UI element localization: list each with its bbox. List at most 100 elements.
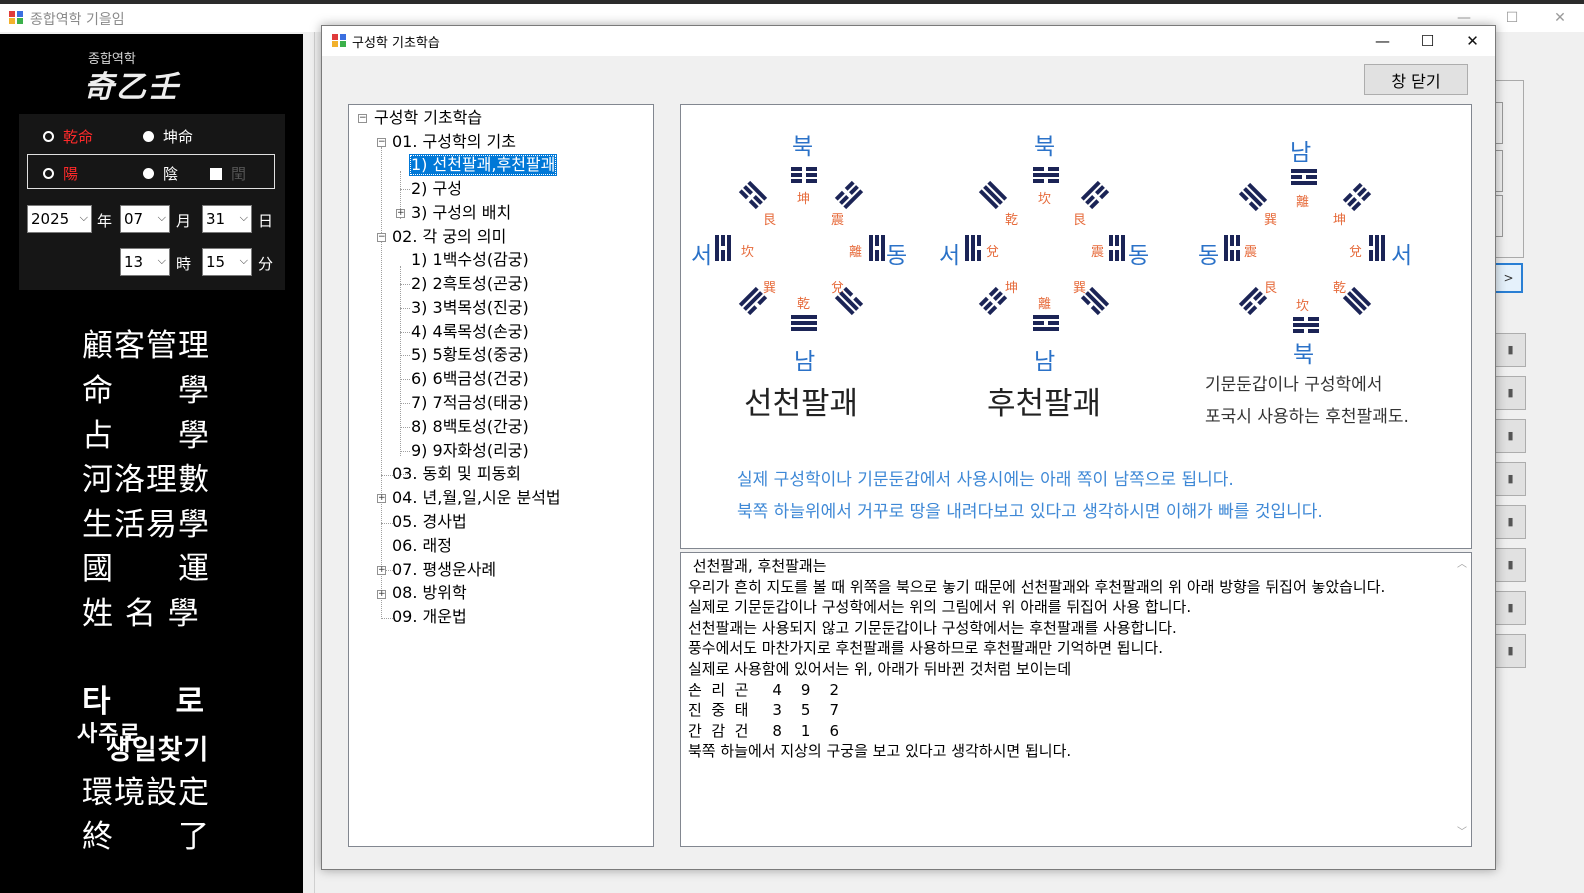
gua-label: 震 xyxy=(1244,245,1258,260)
caption-flipped-line1: 기문둔갑이나 구성학에서 xyxy=(1205,375,1383,395)
tree-node-01-2[interactable]: 2) 구성 xyxy=(411,178,462,200)
direction-top: 북 xyxy=(1034,134,1056,160)
lesson-text[interactable]: 선천팔괘, 후천팔괘는 우리가 흔히 지도를 볼 때 위쪽을 북으로 놓기 때문… xyxy=(680,552,1472,847)
tree-node-root[interactable]: 구성학 기초학습 xyxy=(374,107,482,129)
background-side-button[interactable]: ▮ xyxy=(1496,376,1526,410)
background-side-button[interactable]: ▮ xyxy=(1496,462,1526,496)
tree-expand-icon[interactable]: + xyxy=(396,209,405,218)
logo: 奇乙壬 xyxy=(84,70,180,105)
day-value: 31 xyxy=(206,210,226,228)
menu-haklak-numbers[interactable]: 河洛理數 xyxy=(82,454,224,499)
tree-collapse-icon[interactable]: − xyxy=(358,114,367,123)
menu-tarot[interactable]: 타 로 xyxy=(82,676,224,721)
tree-node-09[interactable]: 09. 개운법 xyxy=(392,606,467,628)
tree-node-07[interactable]: 07. 평생운사례 xyxy=(392,559,496,581)
tree-node-03[interactable]: 03. 동회 및 피동회 xyxy=(392,463,521,485)
main-window-title: 종합역학 기을임 xyxy=(30,12,125,28)
trigram-dui-icon xyxy=(1369,235,1385,261)
gua-label: 艮 xyxy=(1264,281,1278,296)
menu-national-fortune[interactable]: 國 運 xyxy=(82,543,224,588)
tree-collapse-icon[interactable]: − xyxy=(377,233,386,242)
gua-label: 震 xyxy=(1091,245,1105,260)
tree-node-02-3[interactable]: 3) 3벽목성(진궁) xyxy=(411,297,529,319)
gender-male-radio[interactable]: 乾命 xyxy=(43,126,93,147)
hour-select[interactable]: 13 ⌵ xyxy=(120,248,170,276)
background-field xyxy=(1496,195,1503,237)
background-focused-button[interactable]: > xyxy=(1496,263,1523,293)
tree-node-02-4[interactable]: 4) 4록목성(손궁) xyxy=(411,321,529,343)
background-side-button[interactable]: ▮ xyxy=(1496,505,1526,539)
menu-exit[interactable]: 終 了 xyxy=(82,811,224,856)
yang-radio[interactable]: 陽 xyxy=(43,163,78,184)
tree-node-02[interactable]: 02. 각 궁의 의미 xyxy=(392,226,506,248)
dialog-minimize-button[interactable]: — xyxy=(1360,26,1405,56)
background-side-button[interactable]: ▮ xyxy=(1496,591,1526,625)
yin-radio[interactable]: 陰 xyxy=(143,163,178,184)
menu-settings[interactable]: 環境設定 xyxy=(82,767,224,812)
tree-expand-icon[interactable]: + xyxy=(377,494,386,503)
gender-female-label: 坤命 xyxy=(163,128,194,146)
background-side-button[interactable]: ▮ xyxy=(1496,419,1526,453)
day-select[interactable]: 31 ⌵ xyxy=(202,205,252,233)
radio-unchecked-icon xyxy=(43,131,54,142)
scroll-up-icon[interactable]: ︿ xyxy=(1457,555,1467,576)
text-line: 간 감 건 8 1 6 xyxy=(688,721,840,740)
background-field xyxy=(1496,102,1503,144)
direction-bottom: 북 xyxy=(1293,342,1315,368)
tree-node-02-7[interactable]: 7) 7적금성(태궁) xyxy=(411,392,529,414)
dialog-close-button[interactable]: ✕ xyxy=(1450,26,1495,56)
tree-node-08[interactable]: 08. 방위학 xyxy=(392,582,467,604)
background-side-button[interactable]: ▮ xyxy=(1496,548,1526,582)
leap-month-checkbox[interactable]: 閏 xyxy=(210,163,246,184)
trigram-li-icon xyxy=(1033,315,1059,331)
month-select[interactable]: 07 ⌵ xyxy=(120,205,170,233)
tree-collapse-icon[interactable]: − xyxy=(377,138,386,147)
tree-node-02-2[interactable]: 2) 2흑토성(곤궁) xyxy=(411,273,529,295)
trigram-kun-icon xyxy=(1342,182,1372,212)
text-scrollbar[interactable]: ︿ ﹀ xyxy=(1453,553,1471,846)
menu-divination-study[interactable]: 占 學 xyxy=(82,410,224,455)
tree-expand-icon[interactable]: + xyxy=(377,566,386,575)
app-icon xyxy=(9,11,23,24)
gender-female-radio[interactable]: 坤命 xyxy=(143,126,193,147)
year-unit: 年 xyxy=(97,212,113,230)
gua-label: 巽 xyxy=(1264,213,1278,228)
menu-customer-management[interactable]: 顧客管理 xyxy=(82,320,224,365)
tree-node-02-8[interactable]: 8) 8백토성(간궁) xyxy=(411,416,529,438)
year-value: 2025 xyxy=(31,210,70,228)
tree-node-02-5[interactable]: 5) 5황토성(중궁) xyxy=(411,344,529,366)
menu-naming-study[interactable]: 姓 名 學 xyxy=(82,588,224,633)
tree-node-04[interactable]: 04. 년,월,일,시운 분석법 xyxy=(392,487,561,509)
gua-label: 坎 xyxy=(741,245,755,260)
menu-find-birthday[interactable]: 생일찾기 xyxy=(106,728,209,767)
tree-node-05[interactable]: 05. 경사법 xyxy=(392,511,467,533)
close-window-button[interactable]: 창 닫기 xyxy=(1364,64,1468,95)
menu-life-iching[interactable]: 生活易學 xyxy=(82,499,224,544)
menu-destiny-study[interactable]: 命 學 xyxy=(82,365,224,410)
leap-month-label: 閏 xyxy=(231,165,247,183)
yinyang-group: 陽 陰 閏 xyxy=(27,154,275,189)
tree-expand-icon[interactable]: + xyxy=(377,590,386,599)
background-side-button[interactable]: ▮ xyxy=(1496,333,1526,367)
chevron-down-icon: ⌵ xyxy=(79,211,88,224)
tree-node-01-1[interactable]: 1) 선천팔괘,후천팔괘 xyxy=(409,154,558,176)
tree-node-02-9[interactable]: 9) 9자화성(리궁) xyxy=(411,440,529,462)
caption-later-heaven: 후천팔괘 xyxy=(987,386,1102,422)
main-close-button[interactable]: ✕ xyxy=(1536,4,1584,32)
tree-node-01-3[interactable]: 3) 구성의 배치 xyxy=(411,202,511,224)
direction-left: 서 xyxy=(939,243,961,269)
trigram-qian-icon xyxy=(791,315,817,331)
tree-node-02-1[interactable]: 1) 1백수성(감궁) xyxy=(411,249,529,271)
month-value: 07 xyxy=(124,210,144,228)
dialog-maximize-button[interactable]: ☐ xyxy=(1405,26,1450,56)
scroll-down-icon[interactable]: ﹀ xyxy=(1457,823,1467,844)
tree-node-01[interactable]: 01. 구성학의 기초 xyxy=(392,131,516,153)
tree-node-06[interactable]: 06. 래정 xyxy=(392,535,452,557)
lesson-tree[interactable]: − 구성학 기초학습 − 01. 구성학의 기초 1) 선천팔괘,후천팔괘 2)… xyxy=(348,104,654,847)
minute-select[interactable]: 15 ⌵ xyxy=(202,248,252,276)
gua-label: 坤 xyxy=(797,192,811,207)
gua-label: 坤 xyxy=(1005,281,1019,296)
year-select[interactable]: 2025 ⌵ xyxy=(27,205,92,233)
tree-node-02-6[interactable]: 6) 6백금성(건궁) xyxy=(411,368,529,390)
background-side-button[interactable]: ▮ xyxy=(1496,634,1526,668)
